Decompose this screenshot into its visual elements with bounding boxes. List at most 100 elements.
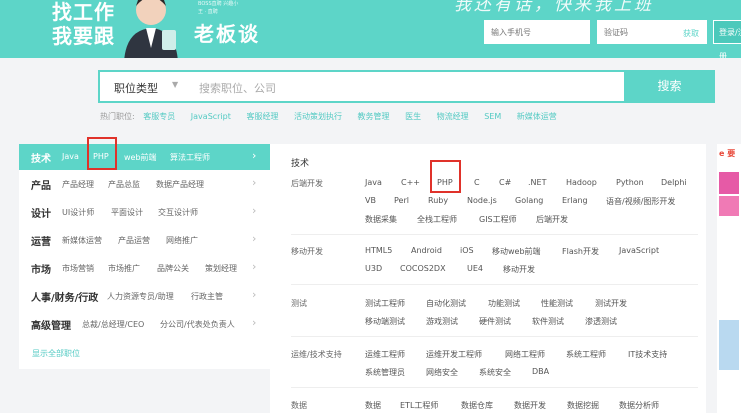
category-sub-link[interactable]: 平面设计 bbox=[111, 207, 143, 218]
job-link[interactable]: Ruby bbox=[428, 196, 448, 205]
hot-job-link[interactable]: SEM bbox=[484, 112, 501, 121]
hot-job-link[interactable]: JavaScript bbox=[191, 112, 231, 121]
category-row-management[interactable]: 高级管理 总裁/总经理/CEO 分公司/代表处负责人 › bbox=[19, 311, 270, 337]
job-link[interactable]: 移动端测试 bbox=[365, 316, 405, 327]
job-link[interactable]: 硬件测试 bbox=[479, 316, 511, 327]
login-button[interactable]: 登录/注册 bbox=[713, 20, 741, 58]
job-link[interactable]: iOS bbox=[460, 246, 474, 255]
category-sub-link[interactable]: 产品运营 bbox=[118, 235, 150, 246]
job-link[interactable]: Perl bbox=[394, 196, 409, 205]
job-link[interactable]: C bbox=[474, 178, 480, 187]
job-link[interactable]: 自动化测试 bbox=[426, 298, 466, 309]
hot-job-link[interactable]: 物流经理 bbox=[437, 112, 469, 121]
job-link[interactable]: Android bbox=[411, 246, 442, 255]
job-link[interactable]: 性能测试 bbox=[541, 298, 573, 309]
job-link[interactable]: 网络安全 bbox=[426, 367, 458, 378]
category-sub-link[interactable]: 品牌公关 bbox=[157, 263, 189, 274]
job-link[interactable]: Delphi bbox=[661, 178, 687, 187]
job-link[interactable]: 网络工程师 bbox=[505, 349, 545, 360]
hot-job-link[interactable]: 医生 bbox=[405, 112, 421, 121]
job-link[interactable]: C# bbox=[499, 178, 511, 187]
job-link[interactable]: Golang bbox=[515, 196, 543, 205]
side-advertisement[interactable]: e 要 bbox=[717, 144, 741, 413]
job-link[interactable]: COCOS2DX bbox=[400, 264, 446, 273]
category-row-product[interactable]: 产品 产品经理 产品总监 数据产品经理 › bbox=[19, 171, 270, 197]
job-link[interactable]: Flash开发 bbox=[562, 246, 599, 257]
job-link[interactable]: 数据分析师 bbox=[619, 400, 659, 411]
job-link[interactable]: 运维开发工程师 bbox=[426, 349, 482, 360]
category-row-marketing[interactable]: 市场 市场营销 市场推广 品牌公关 策划经理 › bbox=[19, 255, 270, 281]
job-link[interactable]: 数据挖掘 bbox=[567, 400, 599, 411]
hot-job-link[interactable]: 客服经理 bbox=[246, 112, 278, 121]
category-row-hr-finance[interactable]: 人事/财务/行政 人力资源专员/助理 行政主管 › bbox=[19, 283, 270, 309]
job-link[interactable]: 系统管理员 bbox=[365, 367, 405, 378]
job-link[interactable]: ETL工程师 bbox=[400, 400, 438, 411]
job-link[interactable]: 数据采集 bbox=[365, 214, 397, 225]
category-sub-link[interactable]: 人力资源专员/助理 bbox=[107, 291, 174, 302]
search-button[interactable]: 搜索 bbox=[624, 70, 715, 103]
category-sub-link[interactable]: 产品经理 bbox=[62, 179, 94, 190]
category-sub-link[interactable]: 网络推广 bbox=[166, 235, 198, 246]
hot-job-link[interactable]: 新媒体运营 bbox=[517, 112, 557, 121]
job-link[interactable]: 游戏测试 bbox=[426, 316, 458, 327]
category-sub-link[interactable]: 行政主管 bbox=[191, 291, 223, 302]
category-row-design[interactable]: 设计 UI设计师 平面设计 交互设计师 › bbox=[19, 199, 270, 225]
job-link[interactable]: 数据开发 bbox=[514, 400, 546, 411]
category-sub-link[interactable]: 算法工程师 bbox=[170, 152, 210, 163]
job-link[interactable]: .NET bbox=[528, 178, 546, 187]
search-input[interactable]: 搜索职位、公司 bbox=[199, 80, 276, 96]
category-row-operations[interactable]: 运营 新媒体运营 产品运营 网络推广 › bbox=[19, 227, 270, 253]
job-link[interactable]: UE4 bbox=[467, 264, 483, 273]
job-link[interactable]: 渗透测试 bbox=[585, 316, 617, 327]
job-link[interactable]: DBA bbox=[532, 367, 549, 376]
hot-job-link[interactable]: 客服专员 bbox=[143, 112, 175, 121]
job-link[interactable]: U3D bbox=[365, 264, 382, 273]
job-link[interactable]: 后端开发 bbox=[536, 214, 568, 225]
category-sub-link[interactable]: web前端 bbox=[124, 152, 157, 163]
job-link[interactable]: 运维工程师 bbox=[365, 349, 405, 360]
category-sub-link[interactable]: 产品总监 bbox=[108, 179, 140, 190]
job-link[interactable]: Python bbox=[616, 178, 644, 187]
job-link[interactable]: IT技术支持 bbox=[628, 349, 667, 360]
job-link[interactable]: Hadoop bbox=[566, 178, 597, 187]
job-link[interactable]: 测试工程师 bbox=[365, 298, 405, 309]
job-link[interactable]: 数据 bbox=[365, 400, 381, 411]
job-link[interactable]: 全栈工程师 bbox=[417, 214, 457, 225]
job-link[interactable]: 移动web前端 bbox=[492, 246, 541, 257]
job-link[interactable]: 语音/视频/图形开发 bbox=[606, 196, 675, 207]
job-link[interactable]: 测试开发 bbox=[595, 298, 627, 309]
job-link[interactable]: GIS工程师 bbox=[479, 214, 517, 225]
job-link[interactable]: 系统安全 bbox=[479, 367, 511, 378]
phone-input[interactable] bbox=[484, 20, 590, 44]
job-link[interactable]: 系统工程师 bbox=[566, 349, 606, 360]
category-sub-link[interactable]: 市场营销 bbox=[62, 263, 94, 274]
category-row-tech[interactable]: 技术 Java PHP web前端 算法工程师 › bbox=[19, 144, 270, 170]
job-type-select[interactable]: 职位类型 bbox=[114, 80, 158, 96]
hot-job-link[interactable]: 活动策划执行 bbox=[294, 112, 342, 121]
category-sub-link[interactable]: UI设计师 bbox=[62, 207, 94, 218]
job-link[interactable]: 软件测试 bbox=[532, 316, 564, 327]
category-sub-link[interactable]: 分公司/代表处负责人 bbox=[160, 319, 235, 330]
category-sub-link[interactable]: 交互设计师 bbox=[158, 207, 198, 218]
ad-graphic bbox=[719, 196, 739, 216]
job-link[interactable]: 功能测试 bbox=[488, 298, 520, 309]
hot-job-link[interactable]: 教务管理 bbox=[358, 112, 390, 121]
boss-tag: BOSS直聘 兴趣小王 · 直聘 bbox=[198, 1, 239, 15]
category-sub-link[interactable]: Java bbox=[62, 152, 79, 161]
job-link[interactable]: JavaScript bbox=[619, 246, 659, 255]
job-link[interactable]: 数据仓库 bbox=[461, 400, 493, 411]
job-link[interactable]: 移动开发 bbox=[503, 264, 535, 275]
job-link[interactable]: VB bbox=[365, 196, 376, 205]
job-link[interactable]: Erlang bbox=[562, 196, 588, 205]
job-link[interactable]: C++ bbox=[401, 178, 420, 187]
category-sub-link[interactable]: 策划经理 bbox=[205, 263, 237, 274]
get-code-link[interactable]: 获取 bbox=[683, 28, 699, 39]
job-link[interactable]: HTML5 bbox=[365, 246, 392, 255]
category-sub-link[interactable]: 市场推广 bbox=[108, 263, 140, 274]
category-sub-link[interactable]: 数据产品经理 bbox=[156, 179, 204, 190]
show-all-jobs-link[interactable]: 显示全部职位 bbox=[32, 348, 80, 359]
category-sub-link[interactable]: 总裁/总经理/CEO bbox=[82, 319, 144, 330]
job-link[interactable]: Java bbox=[365, 178, 382, 187]
job-link[interactable]: Node.js bbox=[467, 196, 497, 205]
category-sub-link[interactable]: 新媒体运营 bbox=[62, 235, 102, 246]
